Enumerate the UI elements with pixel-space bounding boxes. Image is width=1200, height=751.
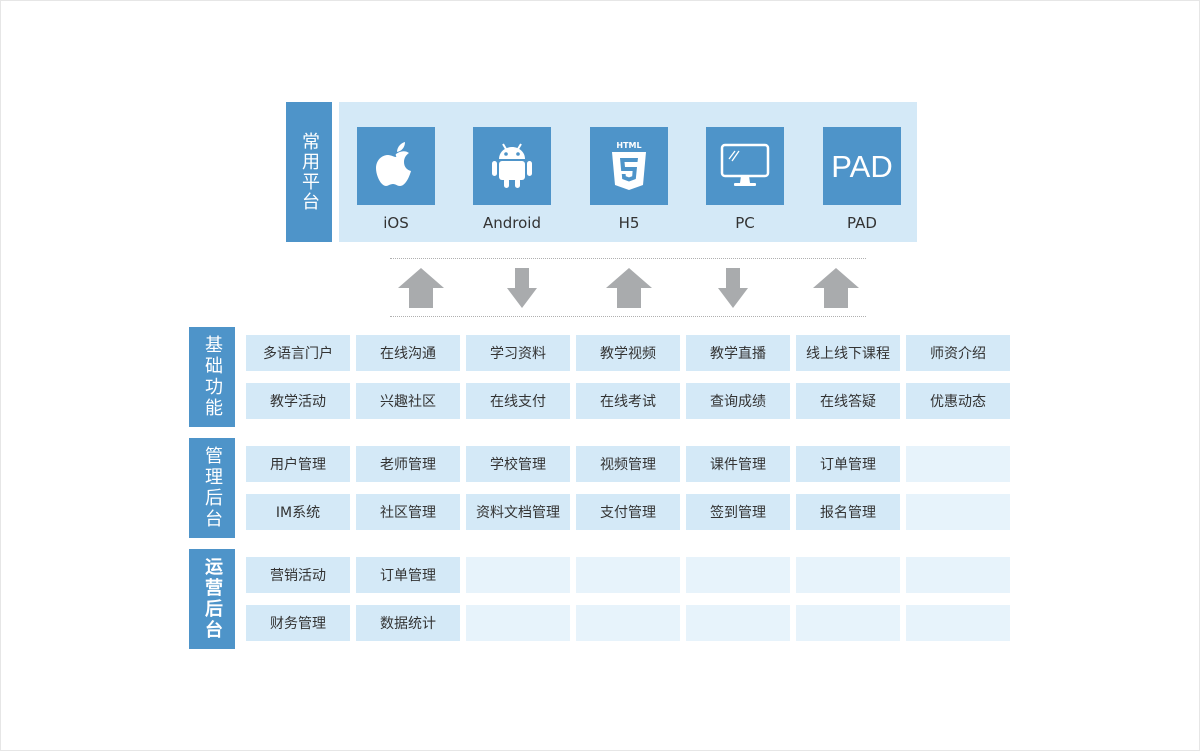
arrow-up-icon (606, 268, 652, 308)
platform-label: 常用平台 (286, 102, 332, 242)
feature-cell: 老师管理 (356, 446, 460, 482)
feature-cell: 订单管理 (356, 557, 460, 593)
arrow-up-icon (813, 268, 859, 308)
platform-name: PAD (847, 214, 877, 232)
empty-cell (686, 557, 790, 593)
apple-icon (376, 142, 411, 186)
feature-cell: 用户管理 (246, 446, 350, 482)
android-icon (492, 143, 532, 188)
feature-cell: 订单管理 (796, 446, 900, 482)
section-label-admin: 管理后台 (189, 438, 235, 538)
feature-cell: 教学活动 (246, 383, 350, 419)
platform-name: H5 (618, 214, 640, 232)
feature-cell: 报名管理 (796, 494, 900, 530)
feature-cell: IM系统 (246, 494, 350, 530)
html5-badge-text: HTML (616, 141, 641, 150)
empty-cell (686, 605, 790, 641)
arrow-up-icon (398, 268, 444, 308)
arrow-down-icon (718, 268, 748, 308)
platform-name: Android (483, 214, 541, 232)
empty-cell (906, 494, 1010, 530)
empty-cell (466, 605, 570, 641)
html5-icon: HTML (612, 141, 646, 190)
feature-cell: 视频管理 (576, 446, 680, 482)
divider-top (390, 258, 866, 259)
section-label-basic: 基础功能 (189, 327, 235, 427)
platform-pad: PAD PAD (823, 127, 901, 232)
feature-cell: 优惠动态 (906, 383, 1010, 419)
feature-cell: 营销活动 (246, 557, 350, 593)
feature-cell: 支付管理 (576, 494, 680, 530)
feature-cell: 查询成绩 (686, 383, 790, 419)
empty-cell (906, 446, 1010, 482)
platform-name: PC (735, 214, 755, 232)
feature-cell: 在线考试 (576, 383, 680, 419)
feature-cell: 在线沟通 (356, 335, 460, 371)
arrow-down-icon (507, 268, 537, 308)
monitor-icon (720, 143, 770, 186)
empty-cell (796, 557, 900, 593)
pad-icon: PAD (831, 149, 892, 184)
empty-cell (576, 557, 680, 593)
feature-cell: 数据统计 (356, 605, 460, 641)
feature-cell: 资料文档管理 (466, 494, 570, 530)
feature-cell: 教学直播 (686, 335, 790, 371)
section-label-operations: 运营后台 (189, 549, 235, 649)
feature-cell: 课件管理 (686, 446, 790, 482)
feature-cell: 在线支付 (466, 383, 570, 419)
feature-cell: 教学视频 (576, 335, 680, 371)
platform-h5: HTML H5 (590, 127, 668, 232)
feature-cell: 学校管理 (466, 446, 570, 482)
feature-cell: 师资介绍 (906, 335, 1010, 371)
feature-cell: 社区管理 (356, 494, 460, 530)
platform-name: iOS (383, 214, 409, 232)
empty-cell (906, 557, 1010, 593)
feature-cell: 兴趣社区 (356, 383, 460, 419)
divider-bottom (390, 316, 866, 317)
pad-badge-text: PAD (831, 149, 892, 184)
empty-cell (466, 557, 570, 593)
feature-cell: 线上线下课程 (796, 335, 900, 371)
empty-cell (796, 605, 900, 641)
platform-pc: PC (706, 127, 784, 232)
platform-android: Android (473, 127, 551, 232)
feature-cell: 财务管理 (246, 605, 350, 641)
feature-cell: 在线答疑 (796, 383, 900, 419)
empty-cell (576, 605, 680, 641)
feature-cell: 多语言门户 (246, 335, 350, 371)
feature-cell: 签到管理 (686, 494, 790, 530)
platform-ios: iOS (357, 127, 435, 232)
feature-cell: 学习资料 (466, 335, 570, 371)
empty-cell (906, 605, 1010, 641)
